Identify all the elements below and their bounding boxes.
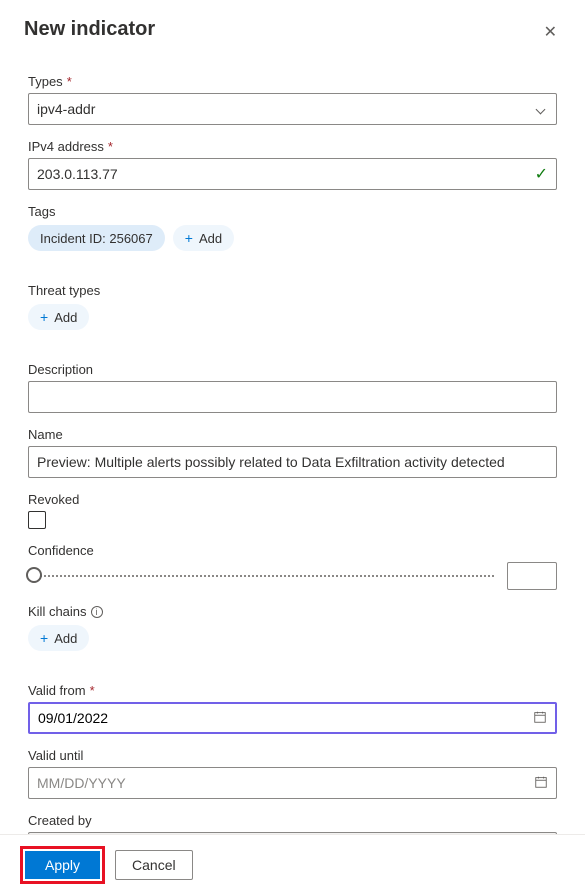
- valid-until-input[interactable]: MM/DD/YYYY: [28, 767, 557, 799]
- valid-from-input[interactable]: 09/01/2022: [28, 702, 557, 734]
- panel-title: New indicator: [24, 18, 155, 41]
- info-icon[interactable]: i: [91, 606, 103, 618]
- calendar-icon[interactable]: [534, 775, 548, 792]
- footer-bar: Apply Cancel: [0, 834, 585, 894]
- slider-thumb[interactable]: [26, 567, 42, 583]
- chevron-down-icon: [536, 104, 546, 114]
- tag-pill[interactable]: Incident ID: 256067: [28, 225, 165, 251]
- form-scroll-area[interactable]: Types * ipv4-addr IPv4 address * 203.0.1…: [0, 60, 585, 834]
- kill-chains-add-button[interactable]: +Add: [28, 625, 89, 651]
- kill-chains-label: Kill chains i: [28, 604, 557, 619]
- close-icon[interactable]: ✕: [540, 18, 561, 46]
- threat-types-add-button[interactable]: +Add: [28, 304, 89, 330]
- description-label: Description: [28, 362, 557, 377]
- valid-from-label: Valid from *: [28, 683, 557, 698]
- plus-icon: +: [185, 230, 193, 246]
- tag-add-button[interactable]: +Add: [173, 225, 234, 251]
- cancel-button[interactable]: Cancel: [115, 850, 193, 880]
- confidence-value-input[interactable]: [507, 562, 557, 590]
- plus-icon: +: [40, 630, 48, 646]
- revoked-label: Revoked: [28, 492, 557, 507]
- created-by-label: Created by: [28, 813, 557, 828]
- plus-icon: +: [40, 309, 48, 325]
- confidence-label: Confidence: [28, 543, 557, 558]
- name-input[interactable]: Preview: Multiple alerts possibly relate…: [28, 446, 557, 478]
- ipv4-value: 203.0.113.77: [37, 166, 118, 182]
- types-label: Types *: [28, 74, 557, 89]
- ipv4-input[interactable]: 203.0.113.77 ✓: [28, 158, 557, 190]
- types-dropdown[interactable]: ipv4-addr: [28, 93, 557, 125]
- apply-highlight: Apply: [20, 846, 105, 884]
- ipv4-label: IPv4 address *: [28, 139, 557, 154]
- valid-until-label: Valid until: [28, 748, 557, 763]
- threat-types-label: Threat types: [28, 283, 557, 298]
- tags-label: Tags: [28, 204, 557, 219]
- types-value: ipv4-addr: [37, 101, 95, 117]
- calendar-icon[interactable]: [533, 710, 547, 727]
- revoked-checkbox[interactable]: [28, 511, 46, 529]
- name-label: Name: [28, 427, 557, 442]
- apply-button[interactable]: Apply: [25, 851, 100, 879]
- confidence-slider[interactable]: [28, 575, 495, 577]
- description-input[interactable]: [28, 381, 557, 413]
- checkmark-icon: ✓: [535, 164, 548, 184]
